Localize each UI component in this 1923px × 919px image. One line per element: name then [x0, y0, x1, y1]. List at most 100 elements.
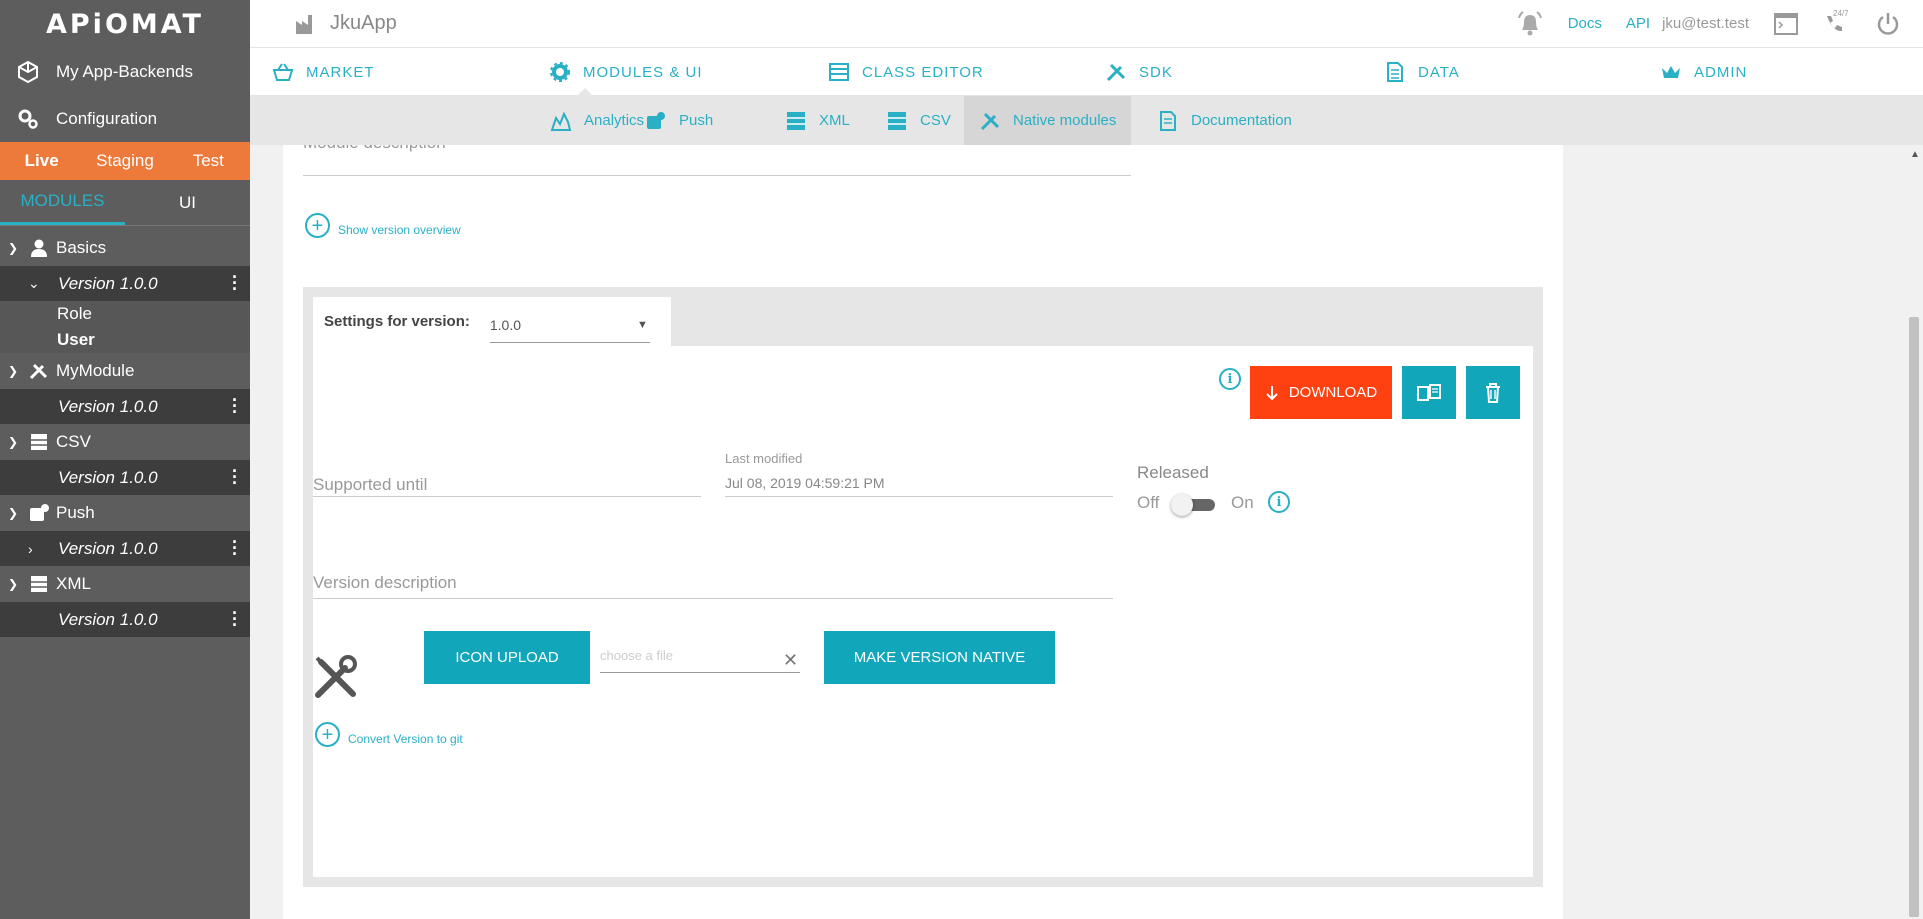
env-tab-test[interactable]: Test [167, 151, 250, 171]
app-name: JkuApp [330, 12, 397, 34]
module-row-xml[interactable]: ❯ XML [0, 566, 250, 602]
apiomat-logo[interactable]: APiOMAT [46, 9, 204, 40]
nav-class-editor[interactable]: CLASS EDITOR [828, 48, 984, 96]
class-row-role[interactable]: Role [0, 301, 250, 327]
subnav-csv[interactable]: CSV [886, 96, 951, 145]
top-right-menu: Docs API jku@test.test 24/7 [1516, 9, 1901, 38]
module-row-basics[interactable]: ❯ Basics [0, 230, 250, 266]
scroll-thumb[interactable] [1909, 317, 1919, 917]
factory-icon [296, 14, 312, 34]
more-options-icon[interactable]: · · · [232, 604, 238, 634]
module-row-csv[interactable]: ❯ CSV [0, 424, 250, 460]
modules-ui-tabs: MODULES UI [0, 180, 250, 226]
tab-modules[interactable]: MODULES [0, 180, 125, 225]
more-options-icon[interactable]: · · · [232, 533, 238, 563]
copy-version-button[interactable] [1402, 366, 1456, 419]
subnav-push[interactable]: Push [645, 96, 713, 145]
icon-upload-button[interactable]: ICON UPLOAD [424, 631, 590, 684]
scrollbar[interactable]: ▲ [1905, 145, 1923, 919]
subnav-xml[interactable]: XML [785, 96, 850, 145]
copy-icon [1417, 383, 1441, 401]
choose-file-input[interactable]: choose a file [600, 648, 673, 663]
nav-market[interactable]: MARKET [272, 48, 375, 96]
version-row-xml[interactable]: Version 1.0.0 · · · [0, 602, 250, 637]
api-link[interactable]: API [1626, 15, 1650, 32]
more-options-icon[interactable]: · · · [232, 391, 238, 421]
version-row-push[interactable]: › Version 1.0.0 · · · [0, 531, 250, 566]
sidebar-link-backends[interactable]: My App-Backends [0, 48, 250, 95]
module-description-label: Module description [303, 145, 446, 153]
xml-icon [31, 576, 47, 592]
docs-link[interactable]: Docs [1568, 15, 1602, 32]
terminal-icon[interactable] [1773, 12, 1799, 36]
chevron-down-icon[interactable]: ❯ [8, 506, 24, 520]
released-info-icon[interactable]: i [1268, 491, 1290, 513]
module-row-push[interactable]: ❯ Push [0, 495, 250, 531]
support-button[interactable]: 24/7 [1823, 9, 1849, 35]
document-icon [1160, 110, 1176, 131]
released-toggle[interactable] [1171, 494, 1215, 516]
module-description-field[interactable] [303, 175, 1131, 176]
delete-version-button[interactable] [1466, 366, 1520, 419]
last-modified-value: Jul 08, 2019 04:59:21 PM [725, 475, 885, 491]
environment-tabs: Live Staging Test [0, 142, 250, 180]
module-name: XML [56, 574, 91, 593]
env-tab-staging[interactable]: Staging [83, 151, 166, 171]
chevron-down-icon[interactable]: ⌄ [28, 275, 52, 292]
info-icon[interactable]: i [1219, 368, 1241, 390]
env-tab-live[interactable]: Live [0, 151, 83, 171]
version-description-field[interactable] [313, 598, 1113, 599]
subnav-label: Documentation [1191, 112, 1292, 129]
convert-to-git-label: Convert Version to git [348, 731, 463, 746]
chevron-down-icon[interactable]: ❯ [8, 364, 24, 378]
module-row-mymodule[interactable]: ❯ MyModule [0, 353, 250, 389]
logo-bar: APiOMAT [0, 0, 250, 48]
show-version-overview-link[interactable]: + Show version overview [305, 213, 461, 238]
supported-until-label: Supported until [313, 475, 428, 494]
nav-data[interactable]: DATA [1384, 48, 1460, 96]
power-icon[interactable] [1875, 11, 1901, 37]
chevron-down-icon[interactable]: ❯ [8, 577, 24, 591]
make-version-native-button[interactable]: MAKE VERSION NATIVE [824, 631, 1055, 684]
convert-version-to-git-link[interactable]: + Convert Version to git [315, 722, 463, 747]
sidebar-link-label: My App-Backends [56, 61, 194, 81]
more-options-icon[interactable]: · · · [232, 268, 238, 298]
chevron-right-icon[interactable]: › [28, 541, 52, 557]
version-label: Version 1.0.0 [58, 273, 158, 293]
main-nav: MARKET MODULES & UI CLASS EDITOR SDK DAT… [250, 48, 1923, 96]
scroll-up-icon[interactable]: ▲ [1910, 149, 1920, 160]
chevron-down-icon[interactable]: ❯ [8, 241, 24, 255]
subnav-label: Push [679, 112, 714, 129]
supported-until-field[interactable] [313, 496, 701, 497]
more-options-icon[interactable]: · · · [232, 462, 238, 492]
class-row-user[interactable]: User [0, 327, 250, 353]
nav-admin[interactable]: ADMIN [1660, 48, 1747, 96]
tab-ui[interactable]: UI [125, 180, 250, 225]
nav-label: CLASS EDITOR [862, 63, 984, 81]
app-selector[interactable]: JkuApp [294, 12, 397, 35]
user-email[interactable]: jku@test.test [1662, 15, 1749, 32]
nav-label: SDK [1139, 63, 1173, 81]
version-select[interactable]: 1.0.0 ▼ [489, 309, 650, 343]
tools-icon [1106, 63, 1126, 82]
sidebar-link-configuration[interactable]: Configuration [0, 95, 250, 142]
gears-icon [18, 109, 38, 129]
download-button[interactable]: DOWNLOAD [1250, 366, 1392, 419]
version-row-mymodule[interactable]: Version 1.0.0 · · · [0, 389, 250, 424]
clear-file-icon[interactable]: ✕ [783, 650, 798, 671]
module-name: CSV [56, 432, 91, 451]
version-description-label: Version description [313, 573, 457, 592]
subnav-analytics[interactable]: Analytics [550, 96, 644, 145]
caret-down-icon: ▼ [636, 319, 648, 331]
version-row-csv[interactable]: Version 1.0.0 · · · [0, 460, 250, 495]
nav-modules-ui[interactable]: MODULES & UI [549, 48, 703, 96]
basket-icon [272, 63, 294, 81]
bell-icon[interactable] [1516, 10, 1544, 38]
subnav-native-modules[interactable]: Native modules [964, 96, 1132, 145]
nav-sdk[interactable]: SDK [1105, 48, 1173, 96]
version-row-basics[interactable]: ⌄ Version 1.0.0 · · · [0, 266, 250, 301]
chevron-down-icon[interactable]: ❯ [8, 435, 24, 449]
show-version-overview-label: Show version overview [338, 222, 461, 237]
subnav-documentation[interactable]: Documentation [1157, 96, 1292, 145]
plus-circle-icon: + [305, 213, 330, 238]
